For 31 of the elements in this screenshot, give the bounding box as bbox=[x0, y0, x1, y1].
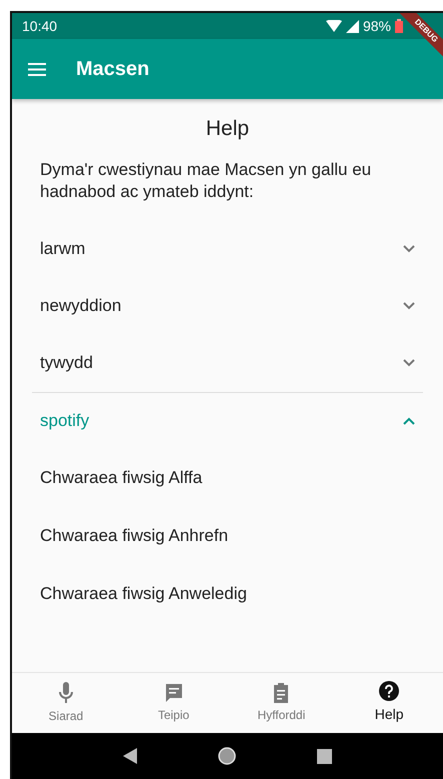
intro-text: Dyma'r cwestiynau mae Macsen yn gallu eu hadnabod ac ymateb iddynt: bbox=[40, 158, 372, 203]
menu-icon[interactable] bbox=[28, 62, 46, 76]
chevron-icon bbox=[403, 359, 415, 368]
question-item: Chwaraea fiwsig Alffa bbox=[39, 466, 204, 489]
microphone-icon bbox=[58, 682, 73, 704]
back-icon[interactable] bbox=[122, 748, 137, 764]
home-icon[interactable] bbox=[218, 747, 236, 765]
message-icon bbox=[164, 682, 184, 702]
page-title: Help bbox=[204, 116, 250, 142]
section-header[interactable]: newyddion bbox=[32, 278, 423, 335]
section-header[interactable]: spotify bbox=[32, 392, 423, 449]
wifi-icon bbox=[326, 20, 342, 32]
section-header[interactable]: larwm bbox=[32, 220, 423, 278]
question-item: Chwaraea fiwsig Anhrefn bbox=[39, 524, 230, 547]
nav-tab[interactable]: Hyfforddi bbox=[228, 673, 336, 733]
recents-icon[interactable] bbox=[317, 748, 332, 764]
chevron-icon bbox=[403, 245, 415, 254]
nav-tab[interactable]: Help bbox=[335, 673, 443, 733]
clock-text: 10:40 bbox=[22, 16, 58, 36]
signal-icon bbox=[346, 20, 359, 32]
help-icon bbox=[379, 681, 400, 701]
question-item: Chwaraea fiwsig Anweledig bbox=[39, 582, 248, 605]
app-title: Macsen bbox=[76, 57, 150, 82]
clipboard-icon bbox=[273, 682, 290, 703]
chevron-icon bbox=[403, 302, 415, 310]
nav-tab[interactable]: Teipio bbox=[120, 673, 228, 733]
battery-icon bbox=[395, 19, 403, 33]
battery-text: 98% bbox=[362, 16, 391, 36]
section-header[interactable]: tywydd bbox=[32, 334, 423, 392]
chevron-icon bbox=[403, 416, 415, 425]
nav-tab[interactable]: Siarad bbox=[12, 673, 120, 733]
